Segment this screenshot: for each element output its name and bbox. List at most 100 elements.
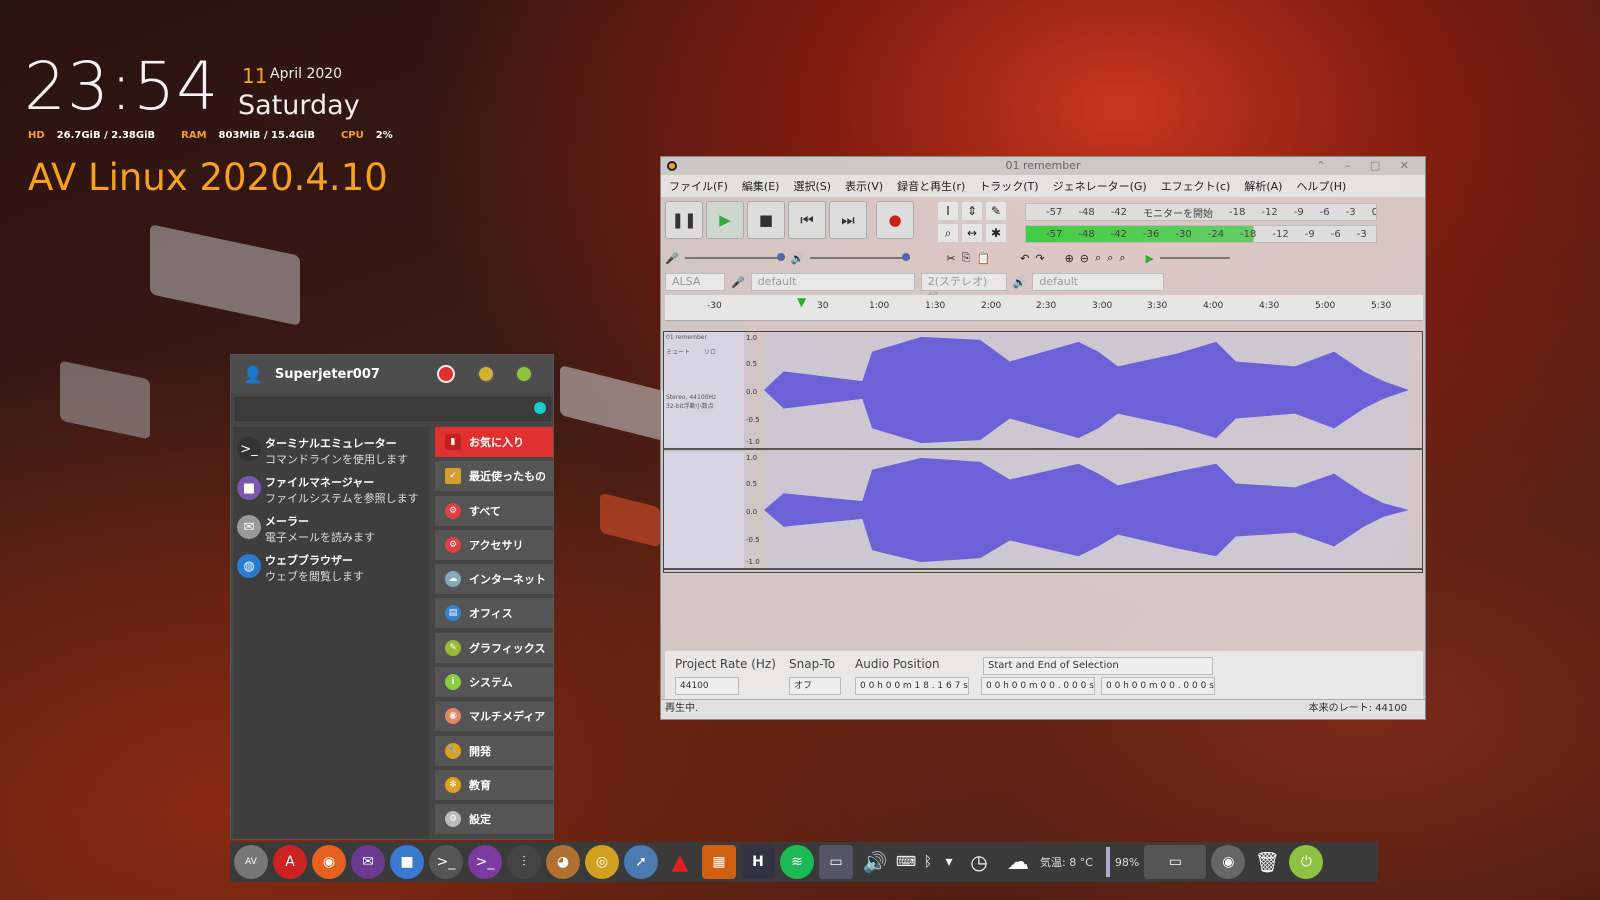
stop-button[interactable]: ■: [747, 201, 785, 239]
snap-to-select[interactable]: オフ: [789, 677, 841, 695]
category-all[interactable]: ⚙ すべて: [435, 495, 553, 526]
mixer-icon[interactable]: ⫶: [507, 845, 541, 879]
menu-tracks[interactable]: トラック(T): [979, 178, 1038, 194]
record-button[interactable]: ●: [876, 201, 914, 239]
fit-project-icon[interactable]: ⌕: [1107, 251, 1113, 265]
logout-icon[interactable]: ⏻: [1289, 845, 1324, 879]
clock-icon[interactable]: ◷: [962, 845, 996, 879]
undo-icon[interactable]: ↶: [1020, 252, 1029, 265]
mail-client-icon[interactable]: ✉: [351, 845, 385, 879]
waveform[interactable]: [764, 452, 1409, 568]
keyboard-icon[interactable]: ⌨: [896, 845, 916, 879]
audio-host-select[interactable]: ALSA: [665, 273, 725, 291]
avlinux-menu-icon[interactable]: AV: [234, 845, 268, 879]
menu-analyze[interactable]: 解析(A): [1244, 178, 1282, 194]
timeshift-tool[interactable]: ↔: [961, 223, 983, 243]
playback-meter[interactable]: -57 -48 -42 -36 -30 -24 -18 -12 -9 -6 -3…: [1025, 225, 1377, 243]
category-settings[interactable]: ⚙ 設定: [435, 804, 553, 835]
list-item-terminal[interactable]: >_ ターミナルエミュレーター コマンドラインを使用します: [235, 431, 425, 467]
record-volume-slider[interactable]: [684, 253, 785, 261]
paste-icon[interactable]: 📋: [976, 252, 990, 265]
category-accessories[interactable]: ⚙ アクセサリ: [435, 529, 553, 560]
grid-app-icon[interactable]: ▦: [702, 845, 736, 879]
zoom-in-icon[interactable]: ⊕: [1065, 252, 1074, 265]
menu-select[interactable]: 選択(S): [793, 178, 831, 194]
gimp-icon[interactable]: ◕: [546, 845, 580, 879]
playback-device-select[interactable]: default: [1032, 273, 1165, 291]
pause-button[interactable]: ❚❚: [665, 201, 703, 239]
search-input[interactable]: [235, 397, 551, 421]
category-education[interactable]: ✻ 教育: [435, 769, 553, 800]
audio-track-right[interactable]: 1.0 0.5 0.0 -0.5 -1.0: [664, 452, 1422, 570]
selection-start-field[interactable]: 0 0 h 0 0 m 0 0 . 0 0 0 s: [981, 677, 1095, 695]
powershell-icon[interactable]: >_: [468, 845, 502, 879]
draw-tool[interactable]: ✎: [985, 201, 1007, 221]
project-rate-select[interactable]: 44100: [675, 677, 739, 695]
track-name[interactable]: 01 remember: [666, 334, 742, 341]
workspace-switcher-icon[interactable]: ▭: [1144, 845, 1207, 879]
lock-screen-icon[interactable]: [477, 365, 495, 383]
ardour-icon[interactable]: ▲: [663, 845, 697, 879]
selection-mode-select[interactable]: Start and End of Selection: [983, 657, 1213, 675]
solo-button[interactable]: ソロ: [704, 347, 716, 356]
play-speed-slider[interactable]: [1160, 257, 1230, 259]
category-multimedia[interactable]: ◉ マルチメディア: [435, 701, 553, 732]
volume-icon[interactable]: 🔊: [858, 845, 892, 879]
trash-icon[interactable]: 🗑: [1250, 845, 1284, 879]
category-recent[interactable]: ✓ 最近使ったもの: [435, 461, 553, 492]
skip-end-button[interactable]: ⏭: [829, 201, 867, 239]
list-item-web-browser[interactable]: ◍ ウェブブラウザー ウェブを閲覧します: [235, 548, 425, 584]
copy-icon[interactable]: ⎘: [962, 251, 971, 265]
playhead-marker[interactable]: ▼: [797, 295, 806, 309]
audio-track-left[interactable]: 01 remember ミュート ソロ Stereo, 44100Hz 32-b…: [664, 332, 1422, 450]
category-internet[interactable]: ☁ インターネット: [435, 564, 553, 595]
cut-icon[interactable]: ✂: [946, 252, 955, 265]
window-titlebar[interactable]: 01 remember ⌃ – ▢ ✕: [661, 157, 1425, 175]
redo-icon[interactable]: ↷: [1035, 252, 1044, 265]
file-manager-icon[interactable]: ■: [390, 845, 424, 879]
fit-selection-icon[interactable]: ⌕: [1095, 251, 1101, 265]
mute-button[interactable]: ミュート: [666, 347, 690, 356]
play-button[interactable]: ▶: [706, 201, 744, 239]
pdf-reader-icon[interactable]: A: [273, 845, 307, 879]
selection-end-field[interactable]: 0 0 h 0 0 m 0 0 . 0 0 0 s: [1101, 677, 1215, 695]
playback-volume-slider[interactable]: [810, 253, 911, 261]
settings-icon[interactable]: [437, 365, 455, 383]
recording-channels-select[interactable]: 2(ステレオ) 録: [920, 273, 1007, 304]
category-favorites[interactable]: ▮ お気に入り: [435, 427, 553, 457]
record-meter[interactable]: -57 -48 -42 モニターを開始 -18 -12 -9 -6 -3 0: [1025, 203, 1377, 221]
compass-icon[interactable]: ➚: [624, 845, 658, 879]
logout-icon[interactable]: [515, 365, 533, 383]
category-system[interactable]: i システム: [435, 667, 553, 698]
list-item-file-manager[interactable]: ■ ファイルマネージャー ファイルシステムを参照します: [235, 470, 425, 506]
menu-generate[interactable]: ジェネレーター(G): [1053, 178, 1147, 194]
zoom-toggle-icon[interactable]: ⌕: [1119, 251, 1125, 265]
play-at-speed-icon[interactable]: ▶: [1146, 252, 1154, 265]
window-controls[interactable]: ⌃ – ▢ ✕: [1316, 157, 1417, 175]
chrome-icon[interactable]: ◎: [585, 845, 619, 879]
hydrogen-icon[interactable]: H: [741, 845, 775, 879]
zoom-tool[interactable]: ⌕: [937, 223, 959, 243]
screenshot-icon[interactable]: ◉: [1211, 845, 1246, 879]
menu-help[interactable]: ヘルプ(H): [1296, 178, 1346, 194]
menu-view[interactable]: 表示(V): [845, 178, 883, 194]
menu-edit[interactable]: 編集(E): [742, 178, 780, 194]
skip-start-button[interactable]: ⏮: [788, 201, 826, 239]
list-item-mailer[interactable]: ✉ メーラー 電子メールを読みます: [235, 509, 425, 545]
recording-device-select[interactable]: default: [750, 273, 915, 291]
timeline-ruler[interactable]: -30 0 30 1:00 1:30 2:00 2:30 3:00 3:30 4…: [665, 295, 1423, 321]
track-control-panel[interactable]: 01 remember ミュート ソロ Stereo, 44100Hz 32-b…: [664, 332, 744, 448]
wifi-icon[interactable]: ▾: [941, 845, 957, 879]
envelope-tool[interactable]: ⇕: [961, 201, 983, 221]
bluetooth-icon[interactable]: ᛒ: [920, 845, 936, 879]
window-icon[interactable]: ▭: [819, 845, 853, 879]
selection-tool[interactable]: I: [937, 201, 959, 221]
category-office[interactable]: ▤ オフィス: [435, 598, 553, 629]
track-control-panel[interactable]: [664, 452, 744, 568]
spotify-icon[interactable]: ≋: [780, 845, 814, 879]
category-development[interactable]: 🔧 開発: [435, 735, 553, 766]
terminal-icon[interactable]: >_: [429, 845, 463, 879]
menu-transport[interactable]: 録音と再生(r): [897, 178, 965, 194]
category-graphics[interactable]: ✎ グラフィックス: [435, 632, 553, 663]
zoom-out-icon[interactable]: ⊖: [1080, 252, 1089, 265]
